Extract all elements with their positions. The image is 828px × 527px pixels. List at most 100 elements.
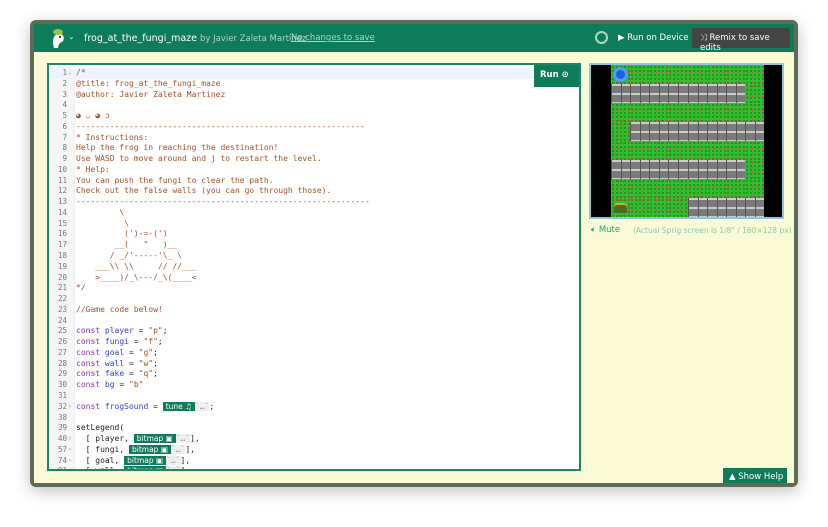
code-line[interactable]: 2 @title: frog_at_the_fungi_maze xyxy=(49,79,579,90)
code-line[interactable]: 5 ◕ ◡ ◕ ↄ xyxy=(49,111,579,122)
remix-label: Remix to save edits xyxy=(700,33,770,53)
code-line[interactable]: 4 xyxy=(49,100,579,111)
asset-widget[interactable]: bitmap ▣ xyxy=(128,444,171,454)
code-line[interactable]: 21 */ xyxy=(49,283,579,294)
collapsed-asset[interactable]: `…` xyxy=(170,444,186,454)
code-line[interactable]: 57 › [ fungi, bitmap ▣ `…`], xyxy=(49,444,579,456)
code-line[interactable]: 6 ---------------------------------------… xyxy=(49,122,579,133)
run-button[interactable]: Run ⊙ xyxy=(534,65,579,87)
line-text: [ goal, bitmap ▣ `…`], xyxy=(76,455,190,467)
code-line[interactable]: 12 Check out the false walls (you can go … xyxy=(49,186,579,197)
code-line[interactable]: 19 ___\\ \\ // //___ xyxy=(49,262,579,273)
mute-label: Mute xyxy=(598,225,621,235)
mute-button[interactable]: 🔈︎ Mute xyxy=(591,225,620,235)
line-number: 25 xyxy=(57,326,67,336)
collapsed-asset[interactable]: `…` xyxy=(194,401,210,411)
line-text: \ xyxy=(76,208,124,219)
code-token: = xyxy=(148,401,163,411)
run-on-device-button[interactable]: ▶ Run on Device xyxy=(618,33,689,43)
show-help-button[interactable]: ▲ Show Help xyxy=(723,468,787,483)
code-token: \ xyxy=(76,207,125,217)
code-line[interactable]: 40 › [ player, bitmap ▣ `…`], xyxy=(49,434,579,445)
code-token: @title: frog_at_the_fungi_maze xyxy=(76,78,221,88)
wall-tile xyxy=(668,84,688,103)
asset-widget[interactable]: bitmap ▣ xyxy=(124,455,167,465)
line-text: / _/'-----'\_ \ xyxy=(76,251,182,262)
code-lines[interactable]: 1 ⌄ /* 2 @title: frog_at_the_fungi_maze 3 @aut… xyxy=(49,68,579,469)
code-line[interactable]: 27 const goal = "g"; xyxy=(49,348,579,359)
code-line[interactable]: 25 const player = "p"; xyxy=(49,326,579,337)
line-number: 19 xyxy=(57,261,67,271)
fold-toggle-icon[interactable]: ⌄ xyxy=(68,68,72,79)
code-token: __( " )__ xyxy=(76,240,178,250)
fold-toggle-icon[interactable]: › xyxy=(68,434,72,445)
line-number: 26 xyxy=(57,337,67,347)
code-token: ___\\ \\ // //___ xyxy=(76,261,197,271)
asset-widget[interactable]: tune ♫ xyxy=(162,401,195,411)
wall-tile xyxy=(687,160,707,179)
code-line[interactable]: 10 * Help: xyxy=(49,165,579,176)
code-line[interactable]: 13 --------------------------------------… xyxy=(49,197,579,208)
code-line[interactable]: 1 ⌄ /* xyxy=(49,68,579,79)
code-line[interactable]: 29 const fake = "q"; xyxy=(49,369,579,380)
code-line[interactable]: 31 xyxy=(49,391,579,402)
code-token: ----------------------------------------… xyxy=(76,121,365,131)
game-screen[interactable] xyxy=(589,63,784,219)
code-line[interactable]: 17 __( " )__ xyxy=(49,240,579,251)
line-number: 38 xyxy=(57,412,67,422)
code-line[interactable]: 32 › const frogSound = tune ♫ `…`; xyxy=(49,401,579,413)
line-number: 20 xyxy=(57,272,67,282)
fold-toggle-icon[interactable]: › xyxy=(68,456,72,467)
code-line[interactable]: 26 const fungi = "f"; xyxy=(49,337,579,348)
code-line[interactable]: 20 >____)/_\---/_\(____< xyxy=(49,273,579,284)
github-icon[interactable] xyxy=(595,31,608,44)
asset-widget[interactable]: bitmap ▣ xyxy=(133,434,176,444)
code-token: goal xyxy=(104,347,125,357)
line-text: const bg = "b" xyxy=(76,380,143,391)
grass-tile xyxy=(630,141,650,160)
code-line[interactable]: 38 xyxy=(49,413,579,424)
line-number: 57 xyxy=(57,444,67,454)
collapsed-asset[interactable]: `…` xyxy=(166,466,181,469)
code-token: / _/'-----'\_ \ xyxy=(76,251,182,261)
code-editor[interactable]: 1 ⌄ /* 2 @title: frog_at_the_fungi_maze 3 @aut… xyxy=(47,63,581,471)
code-line[interactable]: 15 \ xyxy=(49,219,579,230)
wall-tile xyxy=(649,160,669,179)
collapsed-asset[interactable]: `…` xyxy=(166,455,181,465)
code-line[interactable]: 91 › [ wall, bitmap ▣ `…`], xyxy=(49,466,579,469)
code-line[interactable]: 11 You can push the fungi to clear the pa… xyxy=(49,176,579,187)
code-line[interactable]: 30 const bg = "b" xyxy=(49,380,579,391)
line-text: const frogSound = tune ♫ `…`; xyxy=(76,401,214,413)
code-line[interactable]: 3 @author: Javier Zaleta Martinez xyxy=(49,90,579,101)
grass-tile xyxy=(744,160,764,179)
code-line[interactable]: 8 Help the frog in reaching the destinati… xyxy=(49,143,579,154)
grass-tile xyxy=(725,141,745,160)
code-line[interactable]: 14 \ xyxy=(49,208,579,219)
code-line[interactable]: 23 //Game code below! xyxy=(49,305,579,316)
code-line[interactable]: 24 xyxy=(49,316,579,327)
save-status[interactable]: No changes to save xyxy=(291,33,375,43)
asset-widget[interactable]: bitmap ▣ xyxy=(124,466,167,469)
sprig-logo-icon[interactable] xyxy=(48,27,70,49)
code-line[interactable]: 16 (')-=-(') xyxy=(49,229,579,240)
wall-tile xyxy=(725,122,745,141)
code-line[interactable]: 39 setLegend( xyxy=(49,423,579,434)
code-line[interactable]: 74 › [ goal, bitmap ▣ `…`], xyxy=(49,455,579,467)
code-line[interactable]: 28 const wall = "w"; xyxy=(49,359,579,370)
code-token: Check out the false walls (you can go th… xyxy=(76,186,332,196)
fold-toggle-icon[interactable]: › xyxy=(68,445,72,456)
code-line[interactable]: 9 Use WASD to move around and j to restar… xyxy=(49,154,579,165)
code-line[interactable]: 7 * Instructions: xyxy=(49,133,579,144)
show-help-label: Show Help xyxy=(738,472,784,482)
chevron-down-icon[interactable]: ⌄ xyxy=(68,32,75,41)
line-text: [ player, bitmap ▣ `…`], xyxy=(76,434,200,445)
fold-toggle-icon[interactable]: › xyxy=(68,402,72,413)
grass-tile xyxy=(668,198,688,217)
code-line[interactable]: 18 / _/'-----'\_ \ xyxy=(49,251,579,262)
code-token: */ xyxy=(76,283,86,293)
code-line[interactable]: 22 xyxy=(49,294,579,305)
collapsed-asset[interactable]: `…` xyxy=(175,434,191,444)
line-text: >____)/_\---/_\(____< xyxy=(76,273,196,284)
remix-button[interactable]: ⤨ Remix to save edits xyxy=(692,28,790,53)
fold-toggle-icon[interactable]: › xyxy=(68,466,72,469)
